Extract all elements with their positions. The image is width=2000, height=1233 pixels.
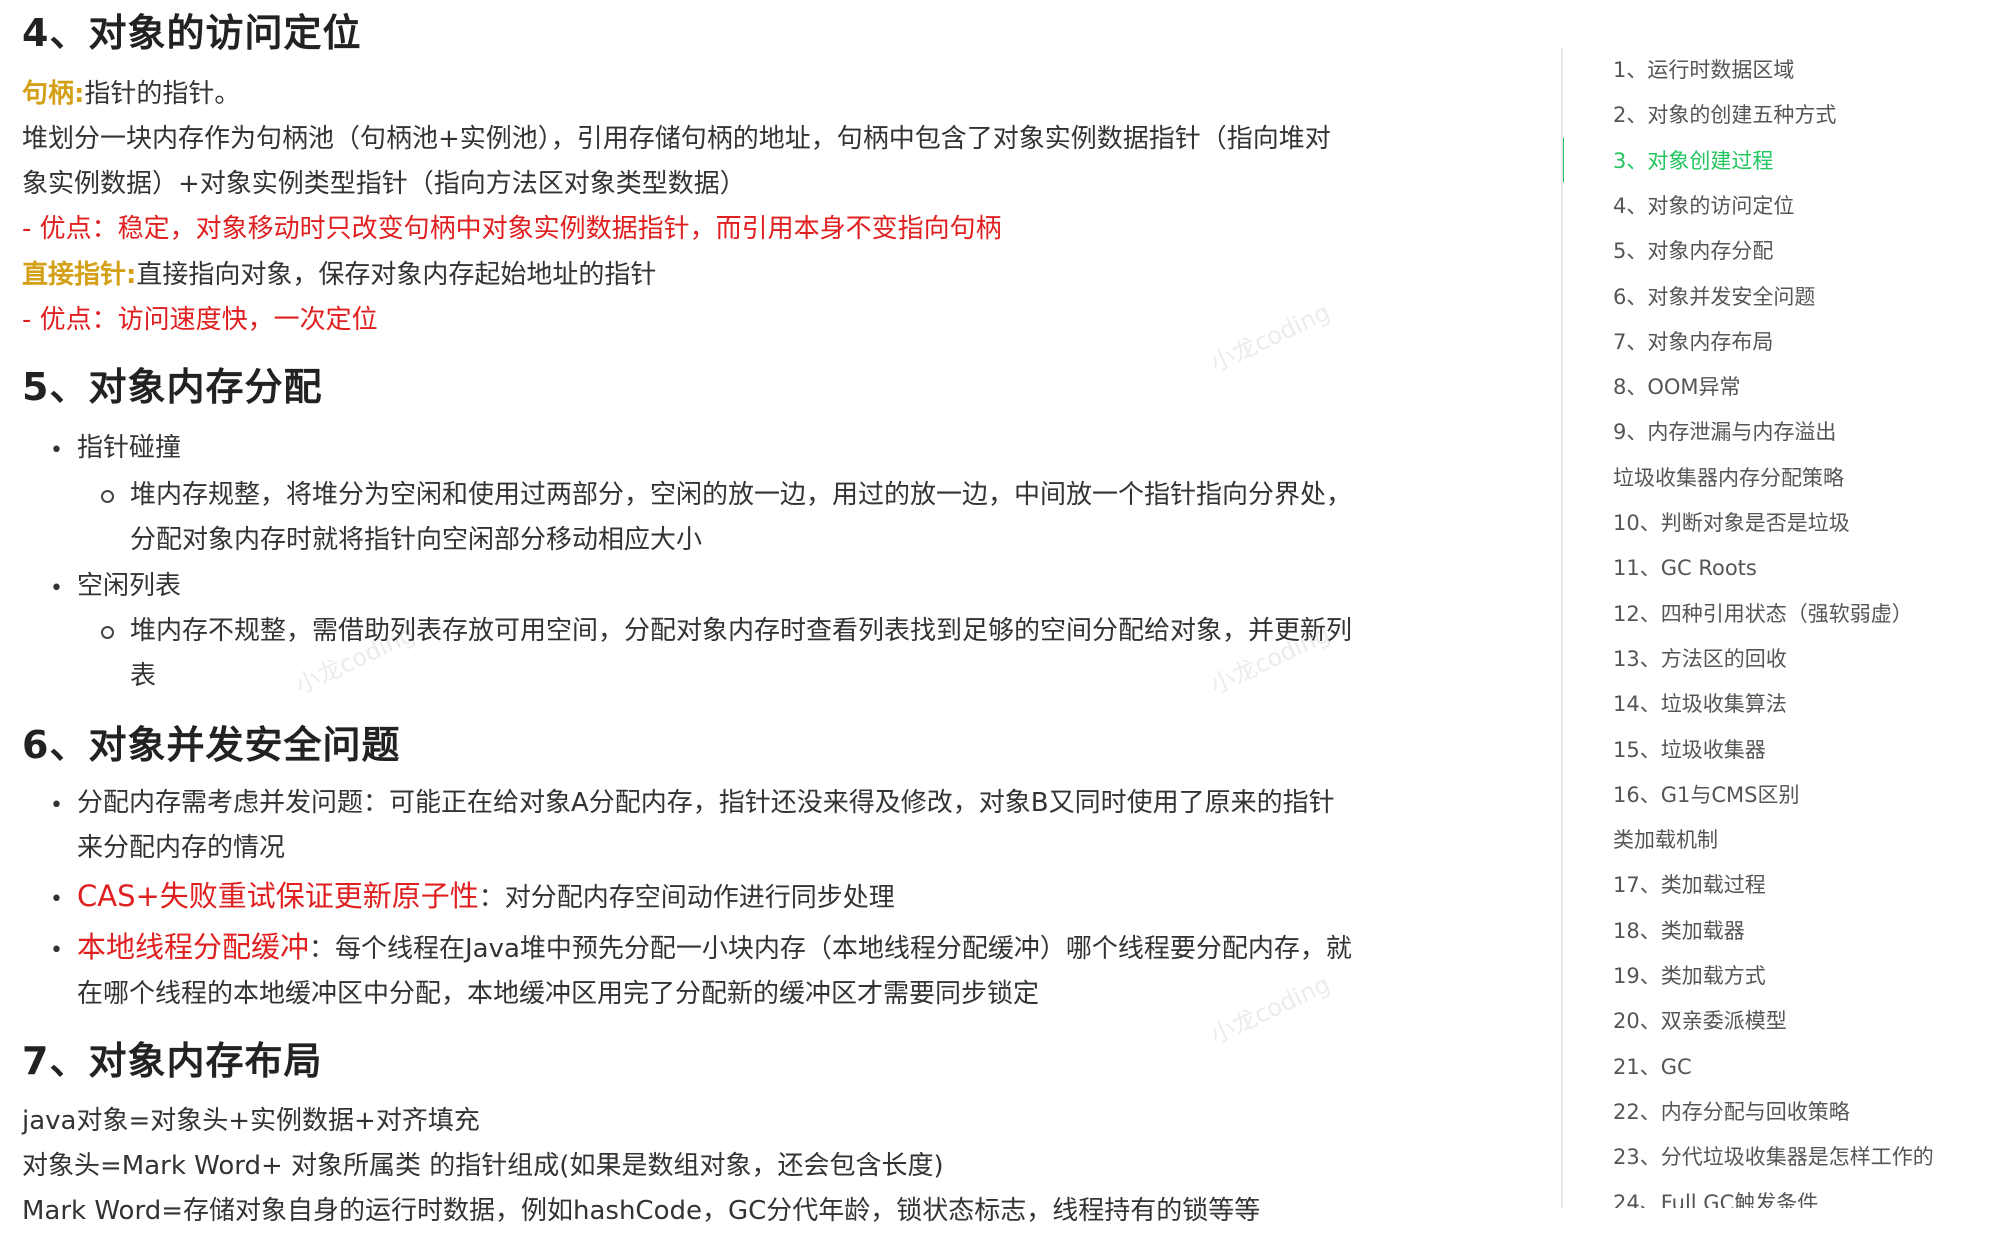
direct-pro: - 优点：访问速度快，一次定位 — [22, 305, 378, 335]
s7-line-3: Mark Word=存储对象自身的运行时数据，例如hashCode，GC分代年龄… — [22, 1196, 1261, 1226]
s6-bullet-1-line-1: 分配内存需考虑并发问题：可能正在给对象A分配内存，指针还没来得及修改，对象B又同… — [77, 788, 1335, 818]
section-6-heading: 6、对象并发安全问题 — [22, 723, 401, 767]
toc-item[interactable]: 13、方法区的回收 — [1613, 644, 1787, 674]
section-7-heading: 7、对象内存布局 — [22, 1039, 323, 1083]
toc-item[interactable]: 10、判断对象是否是垃圾 — [1613, 508, 1850, 538]
toc-item[interactable]: 12、四种引用状态（强软弱虚） — [1613, 599, 1913, 629]
s5-bullet-2: 空闲列表 — [77, 571, 182, 601]
toc-item[interactable]: 类加载机制 — [1613, 825, 1718, 855]
toc-item[interactable]: 4、对象的访问定位 — [1613, 191, 1794, 221]
toc-item[interactable]: 18、类加载器 — [1613, 916, 1745, 946]
bullet-dot: • — [50, 887, 63, 912]
toc-item[interactable]: 5、对象内存分配 — [1613, 236, 1773, 266]
bullet-dot: • — [50, 576, 63, 601]
s5-bullet-1-sub-1: 堆内存规整，将堆分为空闲和使用过两部分，空闲的放一边，用过的放一边，中间放一个指… — [130, 480, 1353, 510]
toc-item[interactable]: 11、GC Roots — [1613, 553, 1757, 583]
direct-label: 直接指针: — [22, 260, 137, 290]
watermark: 小龙coding — [1206, 297, 1335, 378]
toc-item[interactable]: 14、垃圾收集算法 — [1613, 689, 1787, 719]
toc-item[interactable]: 24、Full GC触发条件 — [1613, 1188, 1818, 1209]
s5-bullet-2-sub-1: 堆内存不规整，需借助列表存放可用空间，分配对象内存时查看列表找到足够的空间分配给… — [130, 616, 1353, 646]
bullet-dot: • — [50, 438, 63, 463]
s6-bullet-1-line-2: 来分配内存的情况 — [77, 833, 286, 863]
toc-item[interactable]: 垃圾收集器内存分配策略 — [1613, 463, 1844, 493]
toc-item[interactable]: 9、内存泄漏与内存溢出 — [1613, 417, 1836, 447]
toc-item[interactable]: 6、对象并发安全问题 — [1613, 282, 1815, 312]
handle-desc-1: 堆划分一块内存作为句柄池（句柄池+实例池），引用存储句柄的地址，句柄中包含了对象… — [22, 124, 1331, 154]
sub-bullet-circle — [101, 626, 114, 639]
handle-text: 指针的指针。 — [84, 79, 241, 109]
handle-pro: - 优点：稳定，对象移动时只改变句柄中对象实例数据指针，而引用本身不变指向句柄 — [22, 214, 1002, 244]
tlab-text-1: ：每个线程在Java堆中预先分配一小块内存（本地线程分配缓冲）哪个线程要分配内存… — [309, 934, 1352, 964]
tlab-label: 本地线程分配缓冲 — [77, 930, 310, 964]
toc-item[interactable]: 17、类加载过程 — [1613, 870, 1766, 900]
s5-bullet-1-sub-2: 分配对象内存时就将指针向空闲部分移动相应大小 — [130, 525, 703, 555]
direct-line: 直接指针:直接指向对象，保存对象内存起始地址的指针 — [22, 253, 656, 297]
s6-bullet-3-line-1: 本地线程分配缓冲：每个线程在Java堆中预先分配一小块内存（本地线程分配缓冲）哪… — [77, 925, 1352, 971]
s7-line-1: java对象=对象头+实例数据+对齐填充 — [22, 1106, 480, 1136]
toc-item[interactable]: 15、垃圾收集器 — [1613, 735, 1766, 765]
s6-bullet-3-line-2: 在哪个线程的本地缓冲区中分配，本地缓冲区用完了分配新的缓冲区才需要同步锁定 — [77, 979, 1040, 1009]
cas-label: CAS+失败重试保证更新原子性 — [77, 879, 479, 913]
handle-desc-2: 象实例数据）+对象实例类型指针（指向方法区对象类型数据） — [22, 169, 746, 199]
toc-active-marker — [1563, 138, 1564, 182]
direct-text: 直接指向对象，保存对象内存起始地址的指针 — [136, 260, 657, 290]
toc-item[interactable]: 22、内存分配与回收策略 — [1613, 1097, 1850, 1127]
s7-line-2: 对象头=Mark Word+ 对象所属类 的指针组成(如果是数组对象，还会包含长… — [22, 1151, 944, 1181]
toc-item[interactable]: 21、GC — [1613, 1052, 1692, 1082]
toc-item[interactable]: 3、对象创建过程 — [1613, 146, 1773, 176]
toc-item[interactable]: 20、双亲委派模型 — [1613, 1006, 1787, 1036]
bullet-dot: • — [50, 938, 63, 963]
s5-bullet-1: 指针碰撞 — [77, 433, 182, 463]
section-5-heading: 5、对象内存分配 — [22, 365, 323, 409]
toc-item[interactable]: 8、OOM异常 — [1613, 372, 1741, 402]
s5-bullet-2-sub-2: 表 — [130, 661, 157, 691]
cas-text: ：对分配内存空间动作进行同步处理 — [478, 883, 895, 913]
table-of-contents: 1、运行时数据区域 2、对象的创建五种方式 3、对象创建过程 4、对象的访问定位 5、对… — [1561, 48, 1983, 1208]
handle-label: 句柄: — [22, 79, 85, 109]
section-4-heading: 4、对象的访问定位 — [22, 11, 362, 55]
bullet-dot: • — [50, 793, 63, 818]
toc-item[interactable]: 16、G1与CMS区别 — [1613, 780, 1799, 810]
toc-item[interactable]: 1、运行时数据区域 — [1613, 55, 1794, 85]
sub-bullet-circle — [101, 490, 114, 503]
s6-bullet-2: CAS+失败重试保证更新原子性：对分配内存空间动作进行同步处理 — [77, 874, 895, 920]
watermark: 小龙coding — [1206, 969, 1335, 1050]
toc-item[interactable]: 19、类加载方式 — [1613, 961, 1766, 991]
toc-item[interactable]: 7、对象内存布局 — [1613, 327, 1773, 357]
toc-item[interactable]: 23、分代垃圾收集器是怎样工作的 — [1613, 1142, 1934, 1172]
toc-item[interactable]: 2、对象的创建五种方式 — [1613, 100, 1836, 130]
handle-line: 句柄:指针的指针。 — [22, 72, 240, 116]
